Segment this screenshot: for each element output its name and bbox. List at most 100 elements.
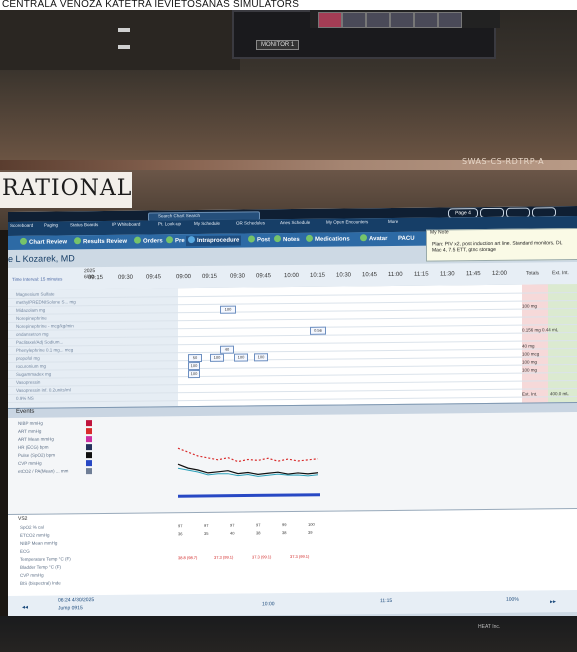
- vs-section-header[interactable]: VS2: [18, 516, 27, 522]
- temp-cell: 37.3 (99.1): [252, 554, 272, 560]
- results-review-icon: [74, 237, 81, 245]
- timeline-footer: [8, 590, 577, 618]
- table-cell: 99: [282, 522, 287, 528]
- monitor-brand: HEAT Inc.: [478, 624, 501, 630]
- toolbar-item-or-schedules[interactable]: OR Schedules: [236, 220, 265, 225]
- medication-label[interactable]: Sugammadex mg: [16, 372, 51, 377]
- dose-entry[interactable]: 50: [188, 353, 202, 363]
- dose-entry[interactable]: 40: [220, 345, 234, 354]
- toolbar-item-status-boards[interactable]: Status Boards: [70, 222, 98, 227]
- total-value: Ext. Int.: [522, 391, 538, 397]
- dose-entry[interactable]: 0.56: [310, 326, 326, 335]
- timeline-marker[interactable]: 10:00: [262, 601, 275, 607]
- toolbar-item-pt-lookup[interactable]: Pt. Look-up: [158, 221, 181, 226]
- scroll-right-icon[interactable]: ▸▸: [550, 598, 556, 605]
- tab-pacu[interactable]: PACU: [396, 234, 417, 244]
- toolbar-item-scoreboard[interactable]: Scoreboard: [10, 223, 33, 228]
- vital-label[interactable]: CVP mmHg: [18, 461, 42, 466]
- vs-row-label[interactable]: ETCO2 mmHg: [20, 533, 50, 538]
- vs-row-label[interactable]: Temperature Temp °C (F): [20, 556, 71, 562]
- tab-medications[interactable]: Medications: [304, 234, 352, 244]
- scroll-left-icon[interactable]: ◂◂: [22, 604, 28, 611]
- table-cell: 100: [308, 521, 315, 527]
- toolbar-item-ip-whiteboard[interactable]: IP Whiteboard: [112, 222, 140, 227]
- vital-label[interactable]: ART mmHg: [18, 429, 41, 434]
- time-interval-selector[interactable]: Time Interval: 15 minutes: [12, 276, 62, 282]
- cvp-bar: [178, 493, 320, 498]
- ext-int-column: [548, 284, 577, 403]
- vital-label[interactable]: etCO2 / PA(Mean) ... mm: [18, 468, 68, 474]
- dose-entry[interactable]: 100: [220, 305, 236, 314]
- medication-label[interactable]: Vasopressin: [16, 380, 40, 385]
- toolbar-item-anes-schedule[interactable]: Anes Schedule: [280, 220, 310, 225]
- popup-text: Plan: PIV x2, post induction art line. S…: [432, 240, 563, 254]
- tab-post[interactable]: Post: [246, 235, 272, 245]
- orders-icon: [134, 236, 141, 244]
- monitor-button: [414, 12, 438, 28]
- medication-label[interactable]: Magnesium Sulfate: [16, 292, 55, 297]
- medication-label[interactable]: rocuronium mg: [16, 364, 46, 369]
- toolbar-item-more[interactable]: More: [388, 219, 398, 224]
- jump-to-time-button[interactable]: Jump 0915: [58, 605, 83, 611]
- zoom-level[interactable]: 100%: [506, 597, 519, 603]
- total-value: 100 mg: [522, 359, 538, 365]
- medication-label[interactable]: Norepinephrine: [16, 316, 47, 321]
- tab-pre[interactable]: Pre: [164, 236, 187, 246]
- temp-cell: 38.8 (98.7): [178, 555, 198, 561]
- medication-label[interactable]: methylPREDNISolone S... mg: [16, 299, 76, 305]
- medication-label[interactable]: ondansetron mg: [16, 332, 49, 337]
- time-column-label: 11:15: [414, 271, 429, 278]
- tab-intraprocedure[interactable]: Intraprocedure: [186, 235, 242, 247]
- art-legend-swatch: [86, 428, 92, 435]
- search-placeholder: Search Chart Search: [158, 212, 201, 219]
- medication-label[interactable]: 0.9% NS: [16, 396, 34, 401]
- ceiling-light: [118, 45, 130, 49]
- vital-label[interactable]: Pulse (SpO2) bpm: [18, 453, 55, 458]
- vs-row-label[interactable]: BIS (bispectral) Inde: [20, 580, 61, 585]
- toolbar-item-my-schedule[interactable]: My Schedule: [194, 221, 220, 226]
- vital-label[interactable]: NIBP mmHg: [18, 421, 43, 426]
- medication-label[interactable]: propofol mg: [16, 356, 40, 361]
- medication-label[interactable]: Vasopressin inf. 0.2units/ml: [16, 387, 71, 393]
- medication-label[interactable]: Midazolam mg: [16, 308, 45, 313]
- time-column-label: 09:45: [146, 274, 162, 281]
- monitor-bezel: [0, 616, 577, 652]
- dose-entry[interactable]: 100: [188, 361, 200, 371]
- cvp-legend-swatch: [86, 460, 92, 467]
- monitor-label: MONITOR 1: [256, 40, 300, 50]
- total-value: 40 mg: [522, 343, 535, 349]
- dose-entry[interactable]: 100: [188, 369, 200, 379]
- pulse-trend-line: [177, 463, 319, 475]
- vs-row-label[interactable]: NIBP Mean mmHg: [20, 540, 57, 545]
- tab-notes[interactable]: Notes: [272, 235, 302, 245]
- vital-label[interactable]: ART Mean mmHg: [18, 437, 54, 442]
- monitor-button: [438, 12, 462, 28]
- vs-row-label[interactable]: ECG: [20, 549, 30, 554]
- medication-label[interactable]: Phenylephrine 0.1 mg... mcg: [16, 347, 73, 353]
- dose-entry[interactable]: 100: [254, 353, 268, 362]
- dose-entry[interactable]: 100: [234, 353, 248, 362]
- timeline-marker[interactable]: 11:15: [380, 598, 392, 604]
- tab-chart-review[interactable]: Chart Review: [18, 237, 69, 248]
- toolbar-item-paging[interactable]: Paging: [44, 222, 58, 227]
- pulse-legend-swatch: [86, 452, 92, 459]
- toolbar-item-my-open-encounters[interactable]: My Open Encounters: [326, 219, 368, 224]
- monitor-button: [366, 12, 390, 28]
- vs-row-label[interactable]: SpO2 % cal: [20, 525, 44, 530]
- medication-label[interactable]: Norepinephrine - mcg/kg/min: [16, 323, 74, 329]
- tab-results-review[interactable]: Results Review: [72, 237, 129, 248]
- medication-label[interactable]: Paclitaxel/Adj Sodium...: [16, 339, 63, 344]
- vs-row-label[interactable]: CVP mmHg: [20, 573, 44, 578]
- vital-label[interactable]: HR (ECG) bpm: [18, 445, 49, 450]
- time-column-label: 10:30: [336, 272, 352, 279]
- avatar-icon: [360, 234, 367, 242]
- events-label[interactable]: Events: [16, 409, 34, 415]
- tab-orders[interactable]: Orders: [132, 236, 165, 246]
- dose-entry[interactable]: 100: [210, 353, 224, 362]
- vitals-trend-graph: [177, 447, 320, 498]
- vs-row-label[interactable]: Bladder Temp °C (F): [20, 564, 61, 569]
- provider-name: e L Kozarek, MD: [8, 253, 75, 264]
- time-column-label: 12:00: [492, 270, 508, 277]
- notes-icon: [274, 235, 281, 243]
- tab-avatar[interactable]: Avatar: [358, 234, 389, 244]
